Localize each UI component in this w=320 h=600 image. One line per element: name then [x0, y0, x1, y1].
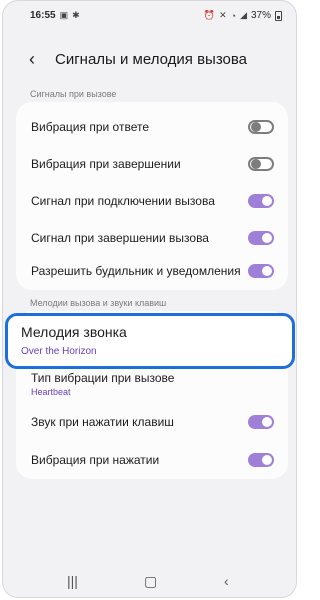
ringtone-value: Over the Horizon: [21, 346, 97, 357]
list-item[interactable]: Вибрация при ответе: [16, 110, 288, 144]
row-label: Звук при нажатии клавиш: [31, 415, 174, 429]
call-signals-card: Вибрация при ответе Вибрация при заверше…: [16, 102, 288, 290]
gallery-icon: ▣: [59, 10, 69, 20]
list-item[interactable]: Сигнал при подключении вызова: [16, 184, 288, 218]
row-label: Вибрация при ответе: [31, 120, 150, 134]
toggle-switch[interactable]: [248, 453, 274, 467]
row-label: Сигнал при завершении вызова: [31, 231, 209, 245]
section-label-ringtones: Мелодии вызова и звуки клавиш: [30, 298, 167, 308]
page-header: ‹ Сигналы и мелодия вызова: [3, 43, 296, 77]
chevron-left-icon[interactable]: ‹: [29, 49, 35, 70]
section-label-call-signals: Сигналы при вызове: [30, 89, 117, 99]
status-bar: 16:55 ▣ ✱ ⏰ ✕ ◔ ◢ 37%: [3, 1, 296, 31]
battery-text: 37%: [250, 10, 271, 21]
ringtone-item-highlighted[interactable]: Мелодия звонка Over the Horizon: [5, 313, 295, 369]
ringtone-label: Мелодия звонка: [21, 324, 127, 340]
signal-icon: ◢: [240, 10, 247, 20]
wifi-icon: ◔: [230, 10, 237, 21]
row-label: Вибрация при нажатии: [31, 453, 160, 467]
toggle-switch[interactable]: [248, 415, 274, 429]
row-label: Разрешить будильник и уведомления: [31, 264, 241, 278]
toggle-switch[interactable]: [248, 264, 274, 278]
navigation-bar: ||| ▢ ‹: [3, 571, 296, 593]
toggle-switch[interactable]: [248, 120, 274, 134]
row-label: Тип вибрации при вызове: [31, 371, 175, 385]
list-item[interactable]: Разрешить будильник и уведомления: [16, 258, 288, 292]
list-item[interactable]: Вибрация при нажатии: [16, 447, 288, 477]
toggle-switch[interactable]: [248, 194, 274, 208]
list-item[interactable]: Звук при нажатии клавиш: [16, 409, 288, 439]
row-label: Вибрация при завершении: [31, 157, 181, 171]
list-item[interactable]: Вибрация при завершении: [16, 147, 288, 181]
toggle-switch[interactable]: [248, 231, 274, 245]
status-time: 16:55: [30, 10, 56, 21]
home-icon[interactable]: ▢: [144, 573, 157, 590]
toggle-switch[interactable]: [248, 157, 274, 171]
row-value: Heartbeat: [31, 387, 71, 397]
recents-icon[interactable]: |||: [67, 573, 78, 589]
battery-icon: [275, 10, 282, 21]
list-item[interactable]: Сигнал при завершении вызова: [16, 221, 288, 255]
phone-screen: 16:55 ▣ ✱ ⏰ ✕ ◔ ◢ 37% ‹ Сигналы и мелоди…: [2, 0, 297, 598]
row-label: Сигнал при подключении вызова: [31, 194, 215, 208]
list-item-vibration-type[interactable]: Тип вибрации при вызове Heartbeat: [16, 371, 288, 401]
page-title: Сигналы и мелодия вызова: [55, 51, 248, 68]
back-icon[interactable]: ‹: [224, 573, 229, 589]
settings-icon: ✱: [72, 10, 80, 20]
alarm-icon: ⏰: [203, 10, 216, 20]
mute-icon: ✕: [219, 10, 227, 20]
